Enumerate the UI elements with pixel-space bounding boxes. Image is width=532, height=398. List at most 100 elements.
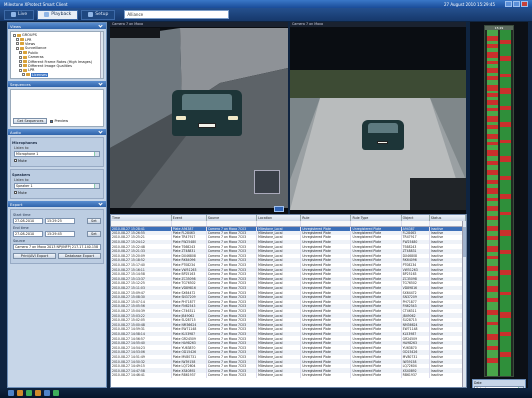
timeline-event-marker[interactable]: [500, 140, 511, 143]
timeline-event-marker[interactable]: [487, 276, 498, 280]
get-sequences-button[interactable]: Get Sequences: [13, 118, 48, 124]
timeline-track-1[interactable]: [487, 30, 498, 376]
sequences-header[interactable]: Sequences: [8, 80, 106, 87]
timeline-event-marker[interactable]: [500, 250, 511, 254]
timeline-event-marker[interactable]: [500, 270, 511, 275]
tab-playback[interactable]: Playback: [37, 9, 79, 20]
timeline-event-marker[interactable]: [487, 85, 498, 91]
speaker-select[interactable]: Speaker 1: [14, 183, 100, 189]
timeline-event-marker[interactable]: [487, 142, 498, 145]
camera-toolbar-button[interactable]: [274, 206, 284, 212]
timeline-event-marker[interactable]: [487, 150, 498, 156]
app-icon[interactable]: [53, 390, 59, 396]
timeline-event-marker[interactable]: [500, 312, 511, 318]
timeline-event-marker[interactable]: [487, 334, 498, 340]
timeline-event-marker[interactable]: [500, 292, 511, 295]
scrollbar-thumb[interactable]: [463, 227, 466, 257]
timeline-event-marker[interactable]: [500, 176, 511, 180]
timeline-event-marker[interactable]: [487, 198, 498, 201]
timeline-event-marker[interactable]: [487, 134, 498, 139]
timeline-event-marker[interactable]: [487, 236, 498, 240]
browser-icon[interactable]: [26, 390, 32, 396]
tab-setup[interactable]: Setup: [81, 9, 116, 20]
tree-scrollbar[interactable]: [100, 32, 103, 78]
timeline-event-marker[interactable]: [500, 88, 511, 94]
close-button[interactable]: [521, 1, 528, 7]
timeline-event-marker[interactable]: [487, 266, 498, 271]
timeline-event-marker[interactable]: [487, 216, 498, 220]
timeline-event-marker[interactable]: [487, 61, 498, 64]
timeline-event-marker[interactable]: [487, 36, 498, 41]
expand-icon[interactable]: [22, 73, 25, 77]
timeline-event-marker[interactable]: [487, 346, 498, 350]
maximize-button[interactable]: [513, 1, 520, 7]
microphone-select[interactable]: Microphone 1: [14, 151, 100, 157]
timeline-event-marker[interactable]: [500, 56, 511, 61]
preview-checkbox[interactable]: Preview: [50, 119, 68, 123]
camera-view-right[interactable]: Camera 7 on Moxa: [290, 22, 466, 214]
expand-icon[interactable]: [19, 60, 22, 64]
timeline-event-marker[interactable]: [487, 161, 498, 165]
timeline-event-marker[interactable]: [487, 298, 498, 302]
timeline-event-marker[interactable]: [500, 352, 511, 357]
timeline-event-marker[interactable]: [487, 125, 498, 129]
tree-node[interactable]: Licenses: [13, 72, 101, 77]
expand-icon[interactable]: [13, 33, 16, 37]
expand-icon[interactable]: [19, 55, 22, 59]
set-end-button[interactable]: Set: [87, 231, 101, 237]
start-date-input[interactable]: 27-08-2010: [13, 218, 43, 224]
database-export-button[interactable]: Database Export: [58, 253, 101, 259]
timeline-event-marker[interactable]: [487, 44, 498, 48]
timeline-event-marker[interactable]: [487, 226, 498, 231]
explorer-icon[interactable]: [17, 390, 23, 396]
timeline-event-marker[interactable]: [487, 93, 498, 97]
tab-live[interactable]: Live: [4, 9, 35, 20]
timeline-event-marker[interactable]: [500, 74, 511, 77]
timeline-event-marker[interactable]: [487, 116, 498, 122]
app-icon[interactable]: [35, 390, 41, 396]
source-select[interactable]: Camera 7 on Moxa 2013 NP(INFP) 217.17.14…: [13, 244, 101, 250]
timeline-event-marker[interactable]: [500, 156, 511, 162]
timeline-event-marker[interactable]: [487, 170, 498, 175]
view-selector[interactable]: Alliance: [124, 10, 230, 19]
table-row[interactable]: 2010-08-27 14:46:41 Plate RB61937 Camera 7…: [111, 373, 467, 378]
timeline-track-2[interactable]: [500, 30, 511, 376]
expand-icon[interactable]: [16, 38, 19, 42]
expand-icon[interactable]: [19, 64, 22, 68]
timeline-event-marker[interactable]: [487, 100, 498, 105]
audio-header[interactable]: Audio: [8, 128, 106, 135]
microphone-mute-checkbox[interactable]: Mute: [14, 159, 27, 163]
timeline[interactable]: 15:29: [484, 25, 514, 377]
timeline-event-marker[interactable]: [487, 206, 498, 211]
timeline-event-marker[interactable]: [500, 212, 511, 215]
timeline-event-marker[interactable]: [487, 322, 498, 325]
timeline-event-marker[interactable]: [487, 68, 498, 73]
minimize-button[interactable]: [505, 1, 512, 7]
expand-icon[interactable]: [19, 68, 22, 72]
grid-scrollbar[interactable]: [462, 221, 466, 387]
export-header[interactable]: Export: [8, 200, 106, 207]
timeline-event-marker[interactable]: [487, 52, 498, 58]
set-start-button[interactable]: Set: [87, 218, 101, 224]
expand-icon[interactable]: [16, 42, 19, 46]
timeline-event-marker[interactable]: [487, 188, 498, 194]
timeline-event-marker[interactable]: [487, 180, 498, 184]
expand-icon[interactable]: [16, 46, 19, 50]
timeline-event-marker[interactable]: [487, 76, 498, 80]
timeline-event-marker[interactable]: [487, 358, 498, 363]
timeline-event-marker[interactable]: [500, 106, 511, 110]
views-header[interactable]: Views: [8, 22, 106, 29]
timeline-event-marker[interactable]: [500, 122, 511, 127]
timeline-event-marker[interactable]: [500, 332, 511, 336]
timeline-event-marker[interactable]: [500, 230, 511, 236]
end-time-input[interactable]: 15:29:45: [45, 231, 75, 237]
expand-icon[interactable]: [19, 51, 22, 55]
timeline-event-marker[interactable]: [487, 286, 498, 292]
camera-view-left[interactable]: Camera 7 on Moxa: [110, 22, 288, 214]
timeline-event-marker[interactable]: [500, 40, 511, 44]
timeline-event-marker[interactable]: [487, 256, 498, 259]
app-icon[interactable]: [44, 390, 50, 396]
timeline-event-marker[interactable]: [487, 246, 498, 252]
timeline-event-marker[interactable]: [487, 108, 498, 111]
end-date-input[interactable]: 27-08-2010: [13, 231, 43, 237]
